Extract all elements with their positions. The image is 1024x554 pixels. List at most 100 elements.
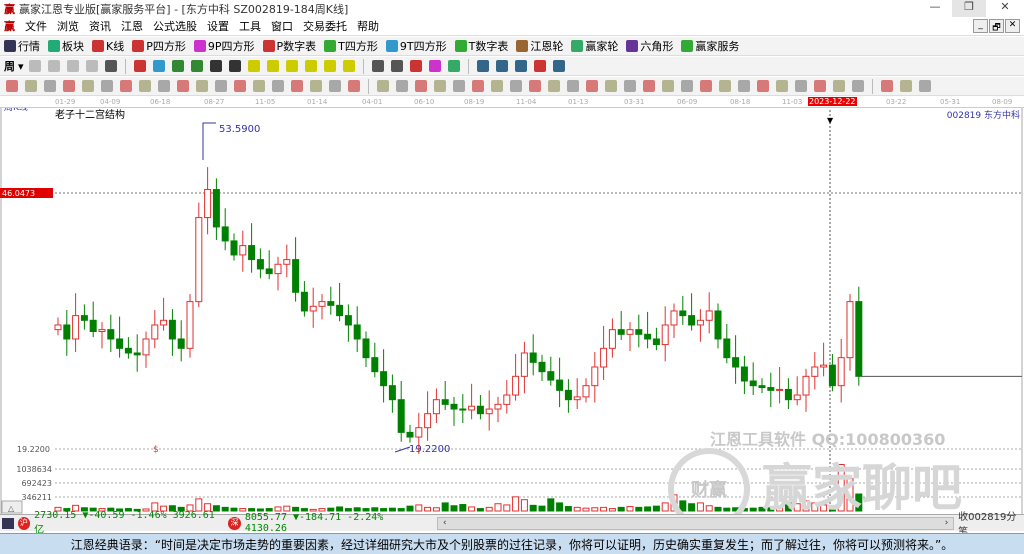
indicator-icon[interactable]: [586, 80, 598, 92]
tool-icon[interactable]: [47, 60, 60, 72]
indicator-icon[interactable]: [881, 80, 893, 92]
tool-icon[interactable]: [247, 60, 260, 72]
indicator-icon[interactable]: [919, 80, 931, 92]
menu-item[interactable]: 浏览: [57, 18, 79, 34]
indicator-icon[interactable]: [25, 80, 37, 92]
menu-item[interactable]: 江恩: [121, 18, 143, 34]
tool-icon[interactable]: [371, 60, 384, 72]
indicator-icon[interactable]: [776, 80, 788, 92]
indicator-icon[interactable]: [234, 80, 246, 92]
tool-icon[interactable]: [104, 60, 117, 72]
indicator-icon[interactable]: [82, 80, 94, 92]
kline-chart[interactable]: 周K线 老子十二宫结构 002819 东方中科 46.0473 ▼ 19.2200 $103…: [0, 108, 1024, 514]
toolbar-button[interactable]: 赢家轮: [571, 38, 618, 54]
indicator-icon[interactable]: [396, 80, 408, 92]
menu-item[interactable]: 公式选股: [153, 18, 197, 34]
indicator-icon[interactable]: [63, 80, 75, 92]
indicator-icon[interactable]: [852, 80, 864, 92]
indicator-icon[interactable]: [415, 80, 427, 92]
mdi-control-button[interactable]: ✕: [1005, 19, 1020, 33]
toolbar-button[interactable]: 赢家服务: [681, 38, 739, 54]
indicator-icon[interactable]: [814, 80, 826, 92]
toolbar-button[interactable]: 行情: [4, 38, 40, 54]
indicator-icon[interactable]: [719, 80, 731, 92]
indicator-icon[interactable]: [643, 80, 655, 92]
indicator-icon[interactable]: [510, 80, 522, 92]
horizontal-scrollbar[interactable]: ‹ ›: [437, 516, 955, 530]
tool-icon[interactable]: [533, 60, 546, 72]
tool-icon[interactable]: [447, 60, 460, 72]
indicator-icon[interactable]: [833, 80, 845, 92]
minimize-button[interactable]: —: [918, 0, 952, 17]
indicator-icon[interactable]: [44, 80, 56, 92]
tool-icon[interactable]: [304, 60, 317, 72]
indicator-icon[interactable]: [757, 80, 769, 92]
toolbar-button[interactable]: T数字表: [454, 38, 508, 54]
tool-icon[interactable]: [323, 60, 336, 72]
tool-icon[interactable]: [209, 60, 222, 72]
indicator-icon[interactable]: [624, 80, 636, 92]
indicator-icon[interactable]: [529, 80, 541, 92]
tool-icon[interactable]: [552, 60, 565, 72]
tool-icon[interactable]: [495, 60, 508, 72]
restore-button[interactable]: ❐: [952, 0, 986, 17]
indicator-icon[interactable]: [472, 80, 484, 92]
indicator-icon[interactable]: [329, 80, 341, 92]
timeline-axis[interactable]: 01-29 04-09 06-18 08-27 11-05 01-14 04-01 06-10…: [0, 97, 1024, 108]
tool-icon[interactable]: [476, 60, 489, 72]
indicator-icon[interactable]: [291, 80, 303, 92]
tool-icon[interactable]: [66, 60, 79, 72]
menu-item[interactable]: 设置: [207, 18, 229, 34]
tool-icon[interactable]: [285, 60, 298, 72]
tool-icon[interactable]: [266, 60, 279, 72]
indicator-icon[interactable]: [900, 80, 912, 92]
toolbar-button[interactable]: 六角形: [626, 38, 673, 54]
indicator-icon[interactable]: [453, 80, 465, 92]
period-select[interactable]: 周: [4, 58, 15, 74]
indicator-icon[interactable]: [681, 80, 693, 92]
indicator-icon[interactable]: [120, 80, 132, 92]
tool-icon[interactable]: [409, 60, 422, 72]
indicator-icon[interactable]: [377, 80, 389, 92]
menu-item[interactable]: 交易委托: [303, 18, 347, 34]
calculator-icon[interactable]: [2, 517, 14, 529]
indicator-icon[interactable]: [738, 80, 750, 92]
indicator-icon[interactable]: [101, 80, 113, 92]
toolbar-button[interactable]: 板块: [48, 38, 84, 54]
indicator-icon[interactable]: [700, 80, 712, 92]
menu-item[interactable]: 帮助: [357, 18, 379, 34]
tool-icon[interactable]: [342, 60, 355, 72]
tool-icon[interactable]: [28, 60, 41, 72]
toolbar-button[interactable]: P数字表: [262, 38, 316, 54]
indicator-icon[interactable]: [548, 80, 560, 92]
toolbar-button[interactable]: P四方形: [132, 38, 186, 54]
tool-icon[interactable]: [133, 60, 146, 72]
menu-item[interactable]: 工具: [239, 18, 261, 34]
tool-icon[interactable]: [171, 60, 184, 72]
tool-icon[interactable]: [390, 60, 403, 72]
indicator-icon[interactable]: [491, 80, 503, 92]
indicator-icon[interactable]: [6, 80, 18, 92]
toolbar-button[interactable]: 9T四方形: [385, 38, 447, 54]
toolbar-button[interactable]: K线: [92, 38, 124, 54]
indicator-icon[interactable]: [662, 80, 674, 92]
tool-icon[interactable]: [514, 60, 527, 72]
close-button[interactable]: ✕: [988, 0, 1022, 17]
tool-icon[interactable]: [228, 60, 241, 72]
indicator-icon[interactable]: [253, 80, 265, 92]
indicator-icon[interactable]: [196, 80, 208, 92]
tool-icon[interactable]: [428, 60, 441, 72]
indicator-icon[interactable]: [177, 80, 189, 92]
indicator-icon[interactable]: [434, 80, 446, 92]
menu-item[interactable]: 文件: [25, 18, 47, 34]
menu-item[interactable]: 资讯: [89, 18, 111, 34]
menu-item[interactable]: 窗口: [271, 18, 293, 34]
toolbar-button[interactable]: T四方形: [324, 38, 378, 54]
tool-icon[interactable]: [85, 60, 98, 72]
indicator-icon[interactable]: [158, 80, 170, 92]
tool-icon[interactable]: [152, 60, 165, 72]
tool-icon[interactable]: [190, 60, 203, 72]
indicator-icon[interactable]: [310, 80, 322, 92]
indicator-icon[interactable]: [605, 80, 617, 92]
indicator-icon[interactable]: [139, 80, 151, 92]
